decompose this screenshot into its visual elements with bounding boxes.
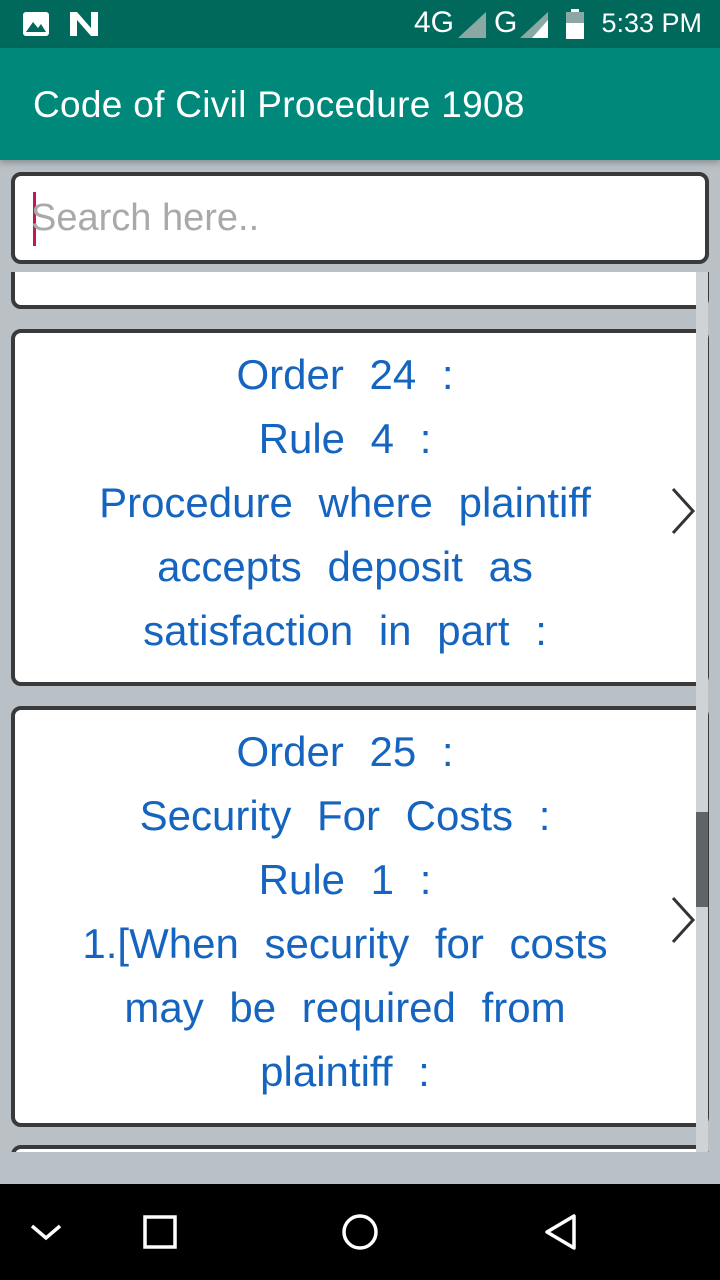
battery-icon — [566, 9, 584, 39]
chevron-down-icon[interactable] — [26, 1208, 66, 1256]
navigation-bar — [0, 1184, 720, 1280]
back-icon[interactable] — [540, 1208, 580, 1256]
list-item[interactable]: Order 25 : Security For Costs : Rule 1 :… — [11, 706, 709, 1127]
image-icon — [23, 12, 49, 36]
scrollbar-thumb[interactable] — [696, 812, 708, 907]
list-item-text: Order 24 : Rule 4 : Procedure where plai… — [99, 351, 591, 654]
n-notification-icon — [70, 12, 98, 36]
list-item-text: Order 25 : Security For Costs : Rule 1 :… — [82, 728, 608, 1095]
page-title: Code of Civil Procedure 1908 — [33, 84, 525, 125]
chevron-right-icon[interactable] — [669, 487, 697, 535]
network-type-g: G — [494, 6, 518, 39]
scrollbar-track[interactable] — [696, 272, 708, 1152]
app-bar: Code of Civil Procedure 1908 — [0, 48, 720, 160]
content-area: Order 24 : Rule 4 : Procedure where plai… — [0, 160, 720, 1184]
recents-icon[interactable] — [140, 1208, 180, 1256]
signal-icon — [520, 12, 548, 38]
network-type-4g: 4G — [414, 6, 455, 39]
search-input[interactable] — [31, 190, 681, 246]
chevron-right-icon[interactable] — [669, 896, 697, 944]
list-item[interactable]: Order 24 : Rule 4 : Procedure where plai… — [11, 329, 709, 686]
signal-icon — [458, 12, 486, 38]
search-box[interactable] — [11, 172, 709, 264]
home-icon[interactable] — [338, 1208, 382, 1256]
order-list[interactable]: Order 24 : Rule 4 : Procedure where plai… — [0, 272, 720, 1152]
list-item[interactable] — [11, 272, 709, 309]
list-item[interactable] — [11, 1145, 709, 1152]
status-bar: 4G G 5:33 PM — [0, 0, 720, 48]
status-time: 5:33 PM — [601, 8, 702, 38]
